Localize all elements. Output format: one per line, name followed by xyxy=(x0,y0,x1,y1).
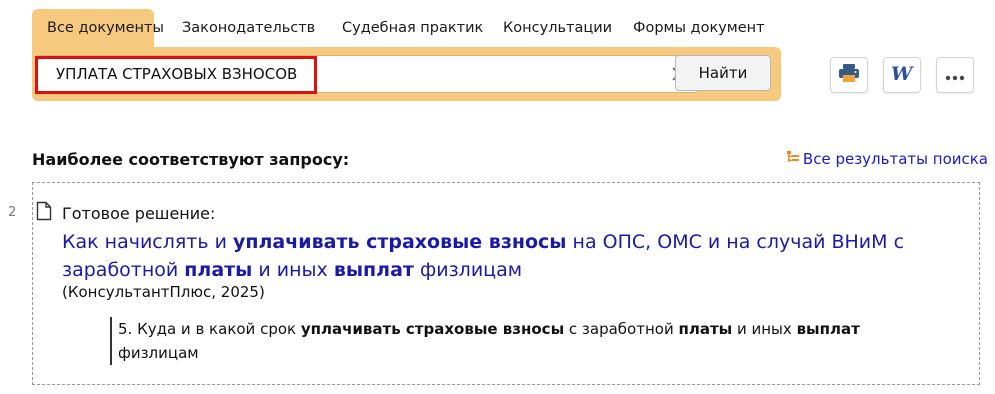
tab-document-forms[interactable]: Формы документ xyxy=(619,9,779,47)
print-button[interactable] xyxy=(830,57,868,93)
snippet-part: и иных xyxy=(732,320,797,338)
find-button[interactable]: Найти xyxy=(675,55,771,91)
printer-icon xyxy=(838,63,860,87)
tab-court-practice[interactable]: Судебная практик xyxy=(328,9,497,47)
result-number: 2 xyxy=(8,205,17,220)
snippet-match: уплачивать страховые взносы xyxy=(300,320,565,338)
document-icon xyxy=(36,201,52,225)
document-source: (КонсультантПлюс, 2025) xyxy=(62,283,265,301)
all-results-link[interactable]: Все результаты поиска xyxy=(786,150,988,168)
document-type: Готовое решение: xyxy=(62,204,216,223)
svg-text:W: W xyxy=(891,64,914,82)
results-heading: Наиболее соответствуют запросу: xyxy=(32,150,350,169)
tab-all-documents[interactable]: Все документы xyxy=(32,9,164,47)
tab-legislation[interactable]: Законодательств xyxy=(168,9,329,47)
search-input[interactable] xyxy=(56,56,616,92)
title-match: выплат xyxy=(333,259,414,281)
all-results-label: Все результаты поиска xyxy=(802,150,988,168)
more-button[interactable] xyxy=(936,57,974,93)
word-export-button[interactable]: W xyxy=(883,57,921,93)
title-part: Как начислять и xyxy=(62,231,233,253)
snippet-part: с заработной xyxy=(564,320,679,338)
word-export-icon: W xyxy=(890,63,914,86)
document-snippet[interactable]: 5. Куда и в какой срок уплачивать страхо… xyxy=(110,317,908,365)
search-box xyxy=(37,55,698,93)
more-icon xyxy=(944,66,966,85)
search-panel: Найти xyxy=(32,47,781,101)
title-part: и иных xyxy=(252,259,334,281)
title-match: уплачивать страховые взносы xyxy=(233,231,567,253)
snippet-match: выплат xyxy=(796,320,860,338)
snippet-part: 5. Куда и в какой срок xyxy=(118,320,301,338)
tab-consultations[interactable]: Консультации xyxy=(489,9,626,47)
snippet-part: физлицам xyxy=(118,344,199,362)
list-tree-icon xyxy=(786,150,800,168)
title-match: платы xyxy=(184,259,253,281)
document-title-link[interactable]: Как начислять и уплачивать страховые взн… xyxy=(62,228,942,284)
title-part: физлицам xyxy=(413,259,523,281)
snippet-match: платы xyxy=(678,320,733,338)
